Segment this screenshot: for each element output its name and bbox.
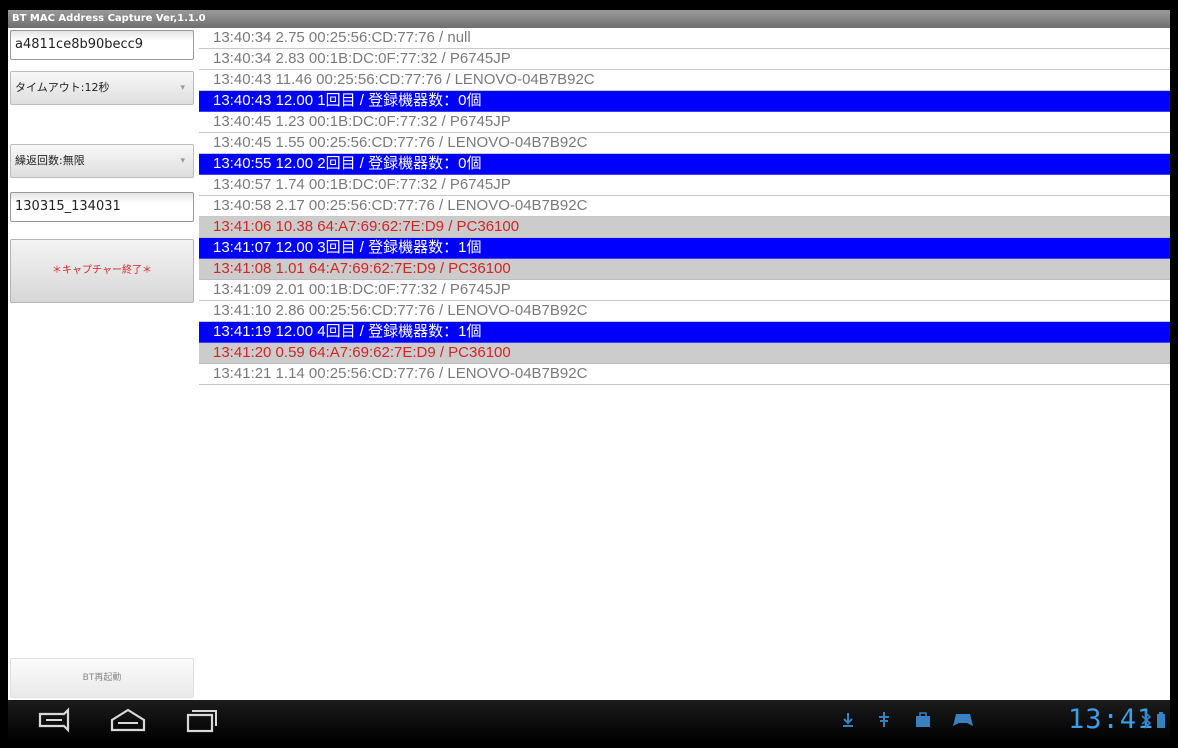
log-row[interactable]: 13:40:34 2.83 00:1B:DC:0F:77:32 / P6745J… [199,49,1170,70]
gamepad-icon [953,714,973,726]
log-row[interactable]: 13:40:34 2.75 00:25:56:CD:77:76 / null [199,28,1170,49]
registered-device-row[interactable]: 13:41:06 10.38 64:A7:69:62:7E:D9 / PC361… [199,217,1170,238]
battery-icon [1157,712,1165,728]
log-row[interactable]: 13:40:58 2.17 00:25:56:CD:77:76 / LENOVO… [199,196,1170,217]
device-id-field[interactable]: a4811ce8b90becc9 [10,30,194,60]
cycle-summary-row[interactable]: 13:40:55 12.00 2回目 / 登録機器数：0個 [199,154,1170,175]
system-bar: 13:41 [8,700,1170,741]
log-row[interactable]: 13:41:21 1.14 00:25:56:CD:77:76 / LENOVO… [199,364,1170,385]
app-title-bar: BT MAC Address Capture Ver,1.1.0 [8,10,1170,28]
log-row[interactable]: 13:40:57 1.74 00:1B:DC:0F:77:32 / P6745J… [199,175,1170,196]
log-row[interactable]: 13:41:09 2.01 00:1B:DC:0F:77:32 / P6745J… [199,280,1170,301]
log-row[interactable]: 13:40:45 1.55 00:25:56:CD:77:76 / LENOVO… [199,133,1170,154]
app-content: a4811ce8b90becc9 タイムアウト:12秒 ▾ 繰返回数:無限 ▾ … [8,28,1170,700]
chevron-down-icon: ▾ [180,83,185,93]
timeout-spinner[interactable]: タイムアウト:12秒 ▾ [10,71,194,105]
recent-apps-icon[interactable] [180,706,220,734]
chevron-down-icon: ▾ [180,156,185,166]
filename-field[interactable]: 130315_134031 [10,192,194,222]
end-capture-button[interactable]: ＊キャプチャー終了＊ [10,239,194,303]
home-icon[interactable] [108,706,148,734]
app-title: BT MAC Address Capture Ver,1.1.0 [12,13,206,24]
bag-icon [916,712,930,727]
repeat-count-spinner[interactable]: 繰返回数:無限 ▾ [10,144,194,178]
cycle-summary-row[interactable]: 13:41:19 12.00 4回目 / 登録機器数：1個 [199,322,1170,343]
bluetooth-icon [1141,711,1152,729]
download-icon [843,713,853,727]
log-row[interactable]: 13:41:10 2.86 00:25:56:CD:77:76 / LENOVO… [199,301,1170,322]
cycle-summary-row[interactable]: 13:40:43 12.00 1回目 / 登録機器数：0個 [199,91,1170,112]
log-row[interactable]: 13:40:45 1.23 00:1B:DC:0F:77:32 / P6745J… [199,112,1170,133]
bt-restart-button[interactable]: BT再起動 [10,658,194,698]
timeout-label: タイムアウト:12秒 [15,81,110,94]
control-sidebar: a4811ce8b90becc9 タイムアウト:12秒 ▾ 繰返回数:無限 ▾ … [8,28,198,700]
registered-device-row[interactable]: 13:41:08 1.01 64:A7:69:62:7E:D9 / PC3610… [199,259,1170,280]
back-icon[interactable] [34,706,74,734]
cycle-summary-row[interactable]: 13:41:07 12.00 3回目 / 登録機器数：1個 [199,238,1170,259]
log-row[interactable]: 13:40:43 11.46 00:25:56:CD:77:76 / LENOV… [199,70,1170,91]
capture-log-list[interactable]: 13:40:34 2.75 00:25:56:CD:77:76 / null 13… [199,28,1170,385]
registered-device-row[interactable]: 13:41:20 0.59 64:A7:69:62:7E:D9 / PC3610… [199,343,1170,364]
tablet-screen: BT MAC Address Capture Ver,1.1.0 a4811ce… [8,10,1170,741]
usb-icon [879,712,889,727]
repeat-count-label: 繰返回数:無限 [15,154,85,167]
